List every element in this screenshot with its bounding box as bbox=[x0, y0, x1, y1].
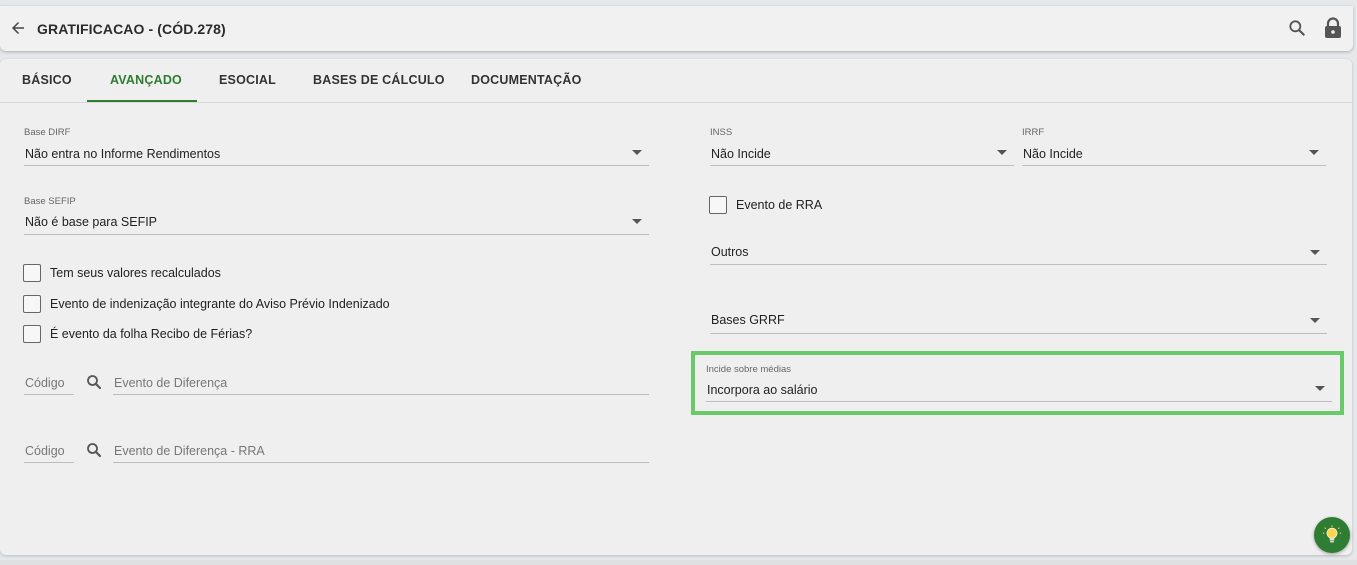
name-placeholder: Evento de Diferença bbox=[114, 376, 228, 390]
lock-icon[interactable] bbox=[1323, 17, 1343, 39]
difference-event-code-input[interactable]: Código bbox=[24, 371, 74, 395]
outros-placeholder: Outros bbox=[711, 245, 749, 259]
checkbox-label: Evento de indenização integrante do Avis… bbox=[50, 297, 390, 311]
bases-grrf-select[interactable]: Bases GRRF bbox=[710, 308, 1327, 334]
search-icon[interactable] bbox=[85, 441, 103, 459]
irrf-select[interactable]: IRRF Não Incide bbox=[1022, 127, 1326, 166]
page-title: GRATIFICACAO - (CÓD.278) bbox=[37, 21, 226, 37]
lightbulb-icon bbox=[1322, 525, 1342, 543]
back-arrow-icon[interactable] bbox=[8, 18, 28, 38]
irrf-label: IRRF bbox=[1022, 127, 1045, 138]
base-sefip-label: Base SEFIP bbox=[24, 196, 76, 207]
base-sefip-value: Não é base para SEFIP bbox=[25, 215, 158, 229]
tab-avancado[interactable]: AVANÇADO bbox=[110, 73, 182, 87]
active-tab-indicator bbox=[87, 100, 197, 102]
incide-medias-select[interactable]: Incide sobre médias Incorpora ao salário bbox=[706, 364, 1332, 402]
tab-bar: BÁSICO AVANÇADO ESOCIAL BASES DE CÁLCULO… bbox=[0, 59, 1352, 103]
tab-basico[interactable]: BÁSICO bbox=[22, 73, 72, 87]
bases-grrf-placeholder: Bases GRRF bbox=[711, 313, 785, 327]
indemnity-event-checkbox[interactable]: Evento de indenização integrante do Avis… bbox=[23, 295, 390, 313]
chevron-down-icon bbox=[1310, 318, 1320, 323]
chevron-down-icon bbox=[1315, 386, 1325, 391]
tab-bases-de-calculo[interactable]: BASES DE CÁLCULO bbox=[313, 73, 445, 87]
difference-event-rra-name-input[interactable]: Evento de Diferença - RRA bbox=[113, 439, 649, 463]
difference-event-name-input[interactable]: Evento de Diferença bbox=[113, 371, 649, 395]
incide-medias-value: Incorpora ao salário bbox=[707, 383, 818, 397]
checkbox-label: É evento da folha Recibo de Férias? bbox=[50, 327, 253, 341]
checkbox-label: Tem seus valores recalculados bbox=[50, 266, 221, 280]
chevron-down-icon bbox=[1310, 250, 1320, 255]
search-icon[interactable] bbox=[85, 373, 103, 391]
chevron-down-icon bbox=[632, 150, 642, 155]
code-placeholder: Código bbox=[25, 376, 65, 390]
irrf-value: Não Incide bbox=[1023, 147, 1083, 161]
incide-medias-label: Incide sobre médias bbox=[706, 364, 792, 375]
tab-documentacao[interactable]: DOCUMENTAÇÃO bbox=[471, 73, 582, 87]
checkbox-label: Evento de RRA bbox=[736, 198, 823, 212]
chevron-down-icon bbox=[632, 219, 642, 224]
difference-event-rra-code-input[interactable]: Código bbox=[24, 439, 74, 463]
checkbox-box[interactable] bbox=[709, 196, 727, 214]
base-dirf-value: Não entra no Informe Rendimentos bbox=[25, 147, 221, 161]
name-placeholder: Evento de Diferença - RRA bbox=[114, 444, 265, 458]
checkbox-box[interactable] bbox=[23, 264, 41, 282]
rra-event-checkbox[interactable]: Evento de RRA bbox=[709, 196, 822, 214]
vacation-receipt-checkbox[interactable]: É evento da folha Recibo de Férias? bbox=[23, 325, 252, 343]
inss-label: INSS bbox=[710, 127, 733, 138]
checkbox-box[interactable] bbox=[23, 325, 41, 343]
search-icon[interactable] bbox=[1287, 18, 1307, 38]
base-dirf-select[interactable]: Base DIRF Não entra no Informe Rendiment… bbox=[24, 127, 649, 166]
chevron-down-icon bbox=[997, 150, 1007, 155]
base-dirf-label: Base DIRF bbox=[24, 127, 71, 138]
bottom-strip bbox=[0, 560, 1357, 565]
recalculated-values-checkbox[interactable]: Tem seus valores recalculados bbox=[23, 264, 221, 282]
code-placeholder: Código bbox=[25, 444, 65, 458]
outros-select[interactable]: Outros bbox=[710, 240, 1327, 265]
checkbox-box[interactable] bbox=[23, 295, 41, 313]
inss-value: Não Incide bbox=[711, 147, 771, 161]
chevron-down-icon bbox=[1309, 150, 1319, 155]
tab-esocial[interactable]: ESOCIAL bbox=[219, 73, 276, 87]
inss-select[interactable]: INSS Não Incide bbox=[710, 127, 1014, 166]
base-sefip-select[interactable]: Base SEFIP Não é base para SEFIP bbox=[24, 196, 649, 235]
lightbulb-help-button[interactable] bbox=[1314, 517, 1350, 553]
app-header: GRATIFICACAO - (CÓD.278) bbox=[0, 6, 1353, 51]
